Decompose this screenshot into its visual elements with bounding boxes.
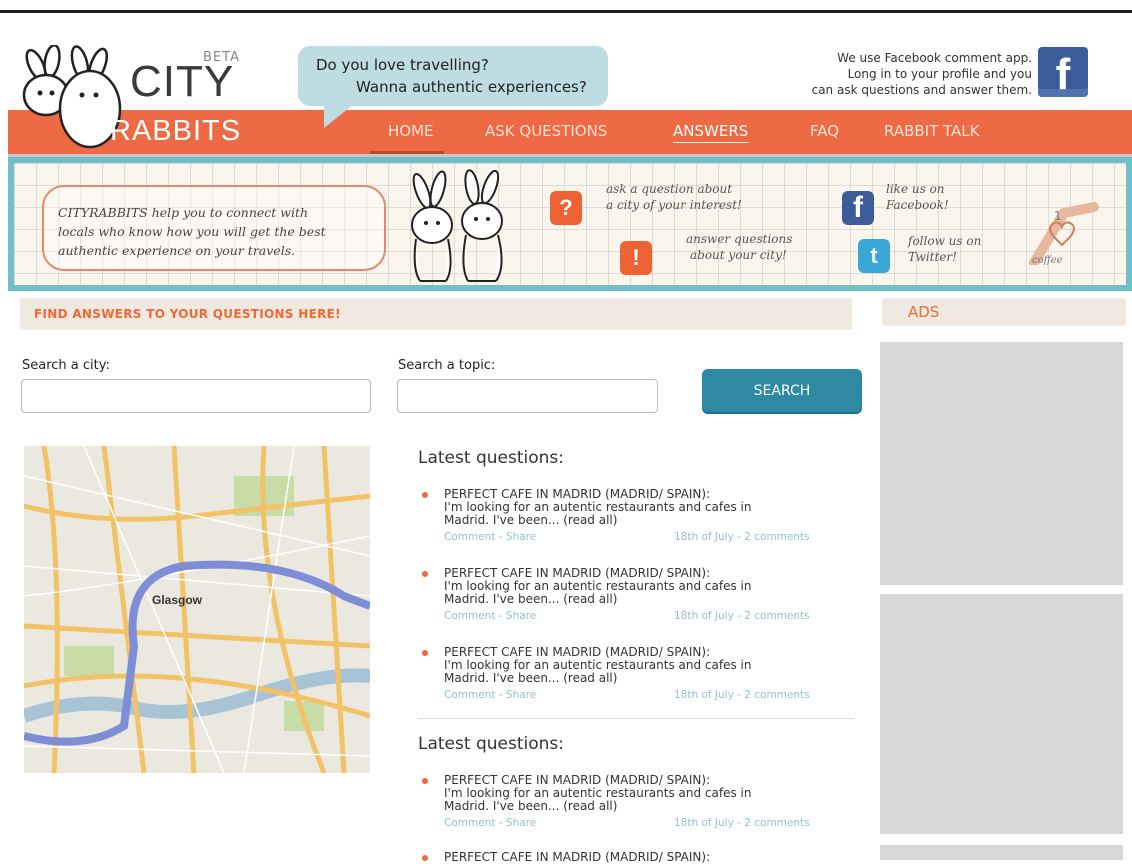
ask-line-1: ask a question about <box>606 182 733 196</box>
fb-line-2: Facebook! <box>886 198 949 212</box>
map-graphic: Glasgow <box>24 446 370 773</box>
nav-rabbit-talk[interactable]: RABBIT TALK <box>884 122 979 140</box>
ads-title: ADS <box>908 303 940 321</box>
nav-home[interactable]: HOME <box>370 122 443 154</box>
find-answers-title: FIND ANSWERS TO YOUR QUESTIONS HERE! <box>34 307 341 321</box>
question-body-2[interactable]: Madrid. I've been... (read all) <box>444 593 854 606</box>
question-date: 18th of July - 2 comments <box>674 610 810 622</box>
tw-line-1: follow us on <box>908 234 982 248</box>
intro-line-2: locals who know how you will get the bes… <box>58 224 326 239</box>
search-button[interactable]: SEARCH <box>702 369 862 414</box>
top-border <box>0 10 1132 13</box>
logo-city-text: CITY <box>130 57 235 106</box>
fb-line-1: like us on <box>886 182 945 196</box>
facebook-text: like us on Facebook! <box>886 181 949 213</box>
nav-answers[interactable]: ANSWERS <box>673 122 748 140</box>
comment-share-link[interactable]: Comment - Share <box>444 817 536 829</box>
question-date: 18th of July - 2 comments <box>674 689 810 701</box>
city-search-input[interactable] <box>21 379 371 413</box>
coffee-label: coffee <box>1032 255 1063 266</box>
twitter-text: follow us on Twitter! <box>908 233 981 265</box>
question-body-2[interactable]: Madrid. I've been... (read all) <box>444 800 854 813</box>
intro-cloud: CITYRABBITS help you to connect with loc… <box>42 185 386 271</box>
answer-line-1: answer questions <box>686 232 793 246</box>
fb-note-line-3: can ask questions and answer them. <box>811 83 1032 97</box>
question-date: 18th of July - 2 comments <box>674 531 810 543</box>
ad-slot-3[interactable] <box>880 845 1123 860</box>
twitter-icon[interactable]: t <box>858 239 890 273</box>
map-city-label: Glasgow <box>152 593 203 607</box>
latest-questions-2: Latest questions: <box>418 734 854 754</box>
comment-share-link[interactable]: Comment - Share <box>444 531 536 543</box>
rabbits-illustration-icon <box>411 169 503 282</box>
section-divider <box>418 718 854 719</box>
question-date: 18th of July - 2 comments <box>674 817 810 829</box>
nav-ask-questions[interactable]: ASK QUESTIONS <box>485 122 607 140</box>
city-map[interactable]: Glasgow <box>24 446 370 773</box>
ad-slot-1[interactable] <box>880 342 1123 585</box>
question-icon[interactable]: ? <box>550 191 582 225</box>
answer-text: answer questions about your city! <box>686 231 792 263</box>
bullet-icon <box>422 571 428 577</box>
bullet-icon <box>422 650 428 656</box>
fb-note-line-2: Long in to your profile and you <box>847 67 1032 81</box>
bullet-icon <box>422 778 428 784</box>
latest-questions-1: Latest questions: <box>418 448 854 468</box>
facebook-icon[interactable]: f <box>1038 47 1088 99</box>
facebook-info: We use Facebook comment app. Long in to … <box>812 50 1032 98</box>
ask-text: ask a question about a city of your inte… <box>606 181 742 213</box>
latest-questions-title: Latest questions: <box>418 734 564 754</box>
question-body-2[interactable]: Madrid. I've been... (read all) <box>444 672 854 685</box>
fb-note-line-1: We use Facebook comment app. <box>837 51 1032 65</box>
logo[interactable]: BETA CITY RABBITS <box>18 45 278 155</box>
latest-questions-title: Latest questions: <box>418 448 564 468</box>
banner-grid: CITYRABBITS help you to connect with loc… <box>14 163 1126 285</box>
topic-search-input[interactable] <box>397 379 658 413</box>
question-title[interactable]: PERFECT CAFE IN MADRID (MADRID/ SPAIN): <box>444 851 854 864</box>
city-label: Search a city: <box>22 358 110 373</box>
ads-header: ADS <box>882 298 1126 326</box>
intro-line-3: authentic experience on your travels. <box>58 243 296 258</box>
comment-share-link[interactable]: Comment - Share <box>444 610 536 622</box>
answer-line-2: about your city! <box>690 248 787 262</box>
exclamation-icon[interactable]: ! <box>620 241 652 275</box>
ad-slot-2[interactable] <box>880 594 1123 834</box>
coffee-count: 1 <box>1054 209 1062 223</box>
intro-line-1: CITYRABBITS help you to connect with <box>58 205 309 220</box>
ask-line-2: a city of your interest! <box>606 198 742 212</box>
bullet-icon <box>422 492 428 498</box>
comment-share-link[interactable]: Comment - Share <box>444 689 536 701</box>
bubble-line-1: Do you love travelling? <box>316 56 489 74</box>
find-answers-bar: FIND ANSWERS TO YOUR QUESTIONS HERE! <box>20 298 852 330</box>
bubble-line-2: Wanna authentic experiences? <box>356 78 587 96</box>
tw-line-2: Twitter! <box>908 250 957 264</box>
question-body-2[interactable]: Madrid. I've been... (read all) <box>444 514 854 527</box>
banner: CITYRABBITS help you to connect with loc… <box>8 157 1132 291</box>
topic-label: Search a topic: <box>398 358 496 373</box>
bullet-icon <box>422 855 428 861</box>
logo-rabbits-text: RABBITS <box>110 115 242 147</box>
facebook-icon[interactable]: f <box>842 191 874 225</box>
nav-faq[interactable]: FAQ <box>810 122 839 140</box>
speech-bubble: Do you love travelling? Wanna authentic … <box>298 46 608 128</box>
